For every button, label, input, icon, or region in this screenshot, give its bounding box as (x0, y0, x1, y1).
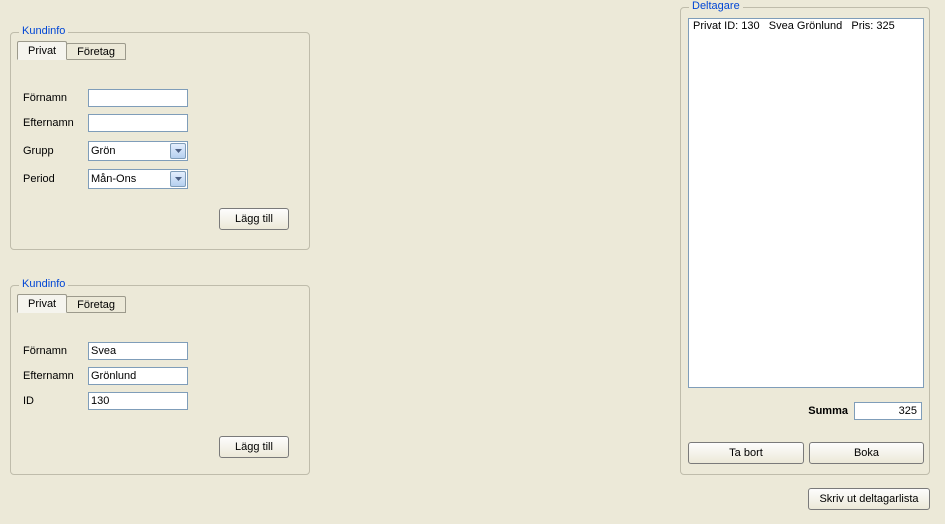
label-grupp: Grupp (23, 145, 88, 157)
chevron-down-icon (170, 143, 186, 159)
select-grupp-value: Grön (91, 145, 115, 157)
label-fornamn-bottom: Förnamn (23, 345, 88, 357)
label-efternamn: Efternamn (23, 117, 88, 129)
kundinfo-bottom-group: Kundinfo Privat Företag Förnamn Efternam… (10, 285, 310, 475)
deltagare-title: Deltagare (689, 0, 743, 12)
book-button[interactable]: Boka (809, 442, 924, 464)
kundinfo-top-group: Kundinfo Privat Företag Förnamn Efternam… (10, 32, 310, 250)
label-id: ID (23, 395, 88, 407)
select-period[interactable]: Mån-Ons (88, 169, 188, 189)
tab-privat[interactable]: Privat (17, 41, 67, 60)
input-fornamn-bottom[interactable] (88, 342, 188, 360)
tab-foretag-bottom[interactable]: Företag (66, 296, 126, 313)
list-item[interactable]: Privat ID: 130 Svea Grönlund Pris: 325 (689, 19, 923, 33)
kundinfo-bottom-title: Kundinfo (19, 278, 68, 290)
deltagare-list[interactable]: Privat ID: 130 Svea Grönlund Pris: 325 (688, 18, 924, 388)
add-button-bottom[interactable]: Lägg till (219, 436, 289, 458)
select-grupp[interactable]: Grön (88, 141, 188, 161)
tab-privat-bottom[interactable]: Privat (17, 294, 67, 313)
kundinfo-top-tabs: Privat Företag (17, 43, 125, 63)
remove-button[interactable]: Ta bort (688, 442, 804, 464)
label-fornamn: Förnamn (23, 92, 88, 104)
deltagare-group: Deltagare Privat ID: 130 Svea Grönlund P… (680, 7, 930, 475)
input-efternamn-bottom[interactable] (88, 367, 188, 385)
kundinfo-bottom-tabs: Privat Företag (17, 296, 125, 316)
select-period-value: Mån-Ons (91, 173, 136, 185)
summa-value (854, 402, 922, 420)
summa-label: Summa (808, 405, 848, 417)
print-button[interactable]: Skriv ut deltagarlista (808, 488, 930, 510)
kundinfo-top-title: Kundinfo (19, 25, 68, 37)
label-period: Period (23, 173, 88, 185)
tab-foretag[interactable]: Företag (66, 43, 126, 60)
input-efternamn[interactable] (88, 114, 188, 132)
chevron-down-icon (170, 171, 186, 187)
input-id[interactable] (88, 392, 188, 410)
label-efternamn-bottom: Efternamn (23, 370, 88, 382)
add-button-top[interactable]: Lägg till (219, 208, 289, 230)
input-fornamn[interactable] (88, 89, 188, 107)
